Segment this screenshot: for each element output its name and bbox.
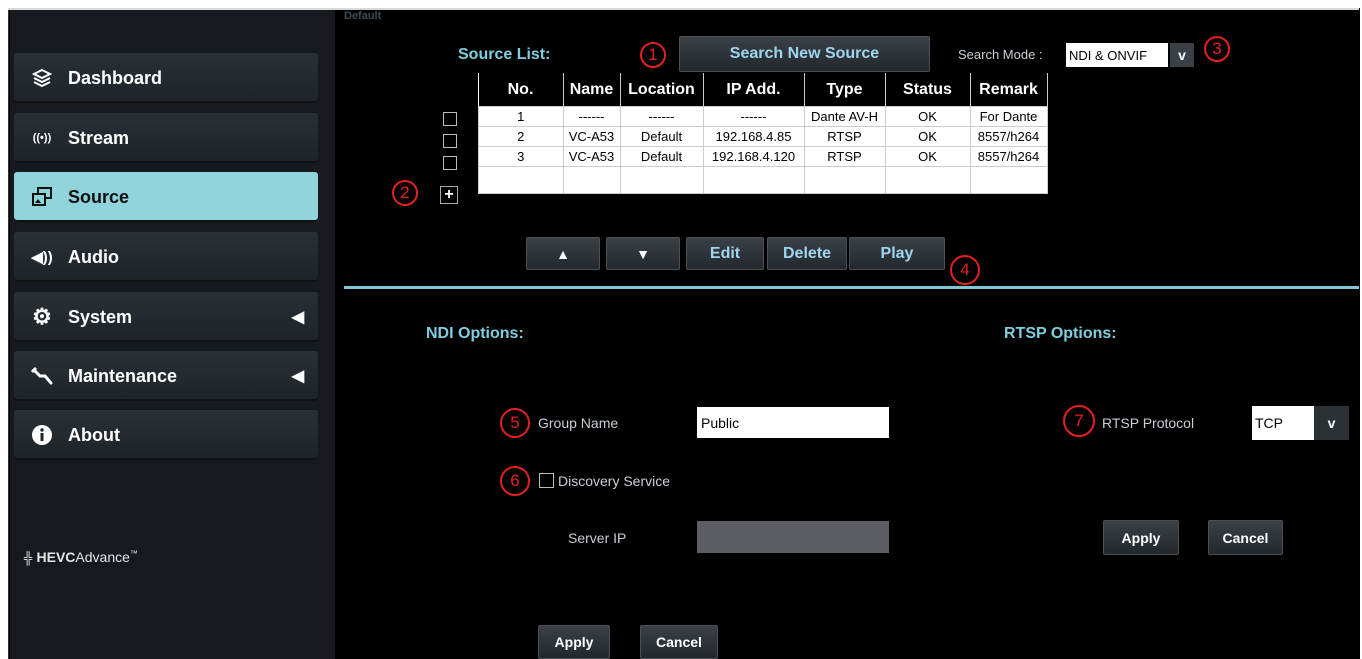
table-cell: Dante AV-H (803, 106, 886, 127)
section-divider (344, 286, 1359, 289)
chevron-down-icon[interactable]: v (1314, 406, 1349, 440)
server-ip-input[interactable] (697, 521, 889, 553)
add-source-button[interactable]: + (440, 186, 458, 204)
table-cell: OK (884, 126, 971, 147)
column-header: No. (478, 73, 564, 107)
group-name-input[interactable]: Public (697, 407, 889, 438)
column-header: Type (804, 73, 886, 107)
speaker-icon: ◀)) (31, 249, 53, 266)
table-cell: 3 (478, 146, 564, 167)
info-icon (30, 424, 54, 446)
sidebar-item-dashboard[interactable]: Dashboard (14, 53, 318, 103)
table-cell: 192.168.4.120 (702, 146, 805, 167)
broadcast-icon: ((•)) (32, 132, 52, 144)
sidebar-item-maintenance[interactable]: Maintenance ◀ (14, 351, 318, 401)
sidebar-item-label: Maintenance (68, 365, 178, 386)
discovery-service-checkbox[interactable] (539, 473, 554, 488)
column-header: Remark (970, 73, 1048, 107)
discovery-service-label: Discovery Service (558, 473, 671, 489)
table-row-empty (478, 166, 1048, 194)
callout-2: 2 (392, 180, 418, 206)
table-cell: ------ (702, 106, 805, 127)
callout-4: 4 (950, 255, 980, 285)
move-down-button[interactable]: ▼ (606, 237, 680, 270)
logo-mark-icon: ╬ (24, 551, 33, 565)
sidebar-item-label: Stream (68, 127, 130, 148)
group-name-label: Group Name (538, 415, 619, 431)
rtsp-apply-button[interactable]: Apply (1103, 520, 1179, 555)
callout-1: 1 (640, 42, 666, 68)
server-ip-label: Server IP (568, 530, 627, 546)
ndi-cancel-button[interactable]: Cancel (640, 625, 718, 659)
row-checkbox[interactable] (443, 134, 457, 148)
delete-button[interactable]: Delete (767, 237, 847, 270)
chevron-left-icon: ◀ (291, 368, 304, 385)
table-cell: VC-A53 (562, 126, 621, 147)
layers-icon (30, 68, 54, 88)
chevron-left-icon: ◀ (291, 309, 304, 326)
search-new-source-button[interactable]: Search New Source (679, 36, 930, 72)
ndi-apply-button[interactable]: Apply (538, 625, 610, 659)
table-row[interactable]: 1 ------ ------ ------ Dante AV-H OK For… (478, 106, 1048, 127)
rtsp-options-title: RTSP Options: (1004, 325, 1117, 342)
hevc-logo: ╬ HEVCAdvance™ (24, 549, 138, 565)
source-icon (30, 187, 54, 207)
column-header: Name (563, 73, 621, 107)
search-mode-label: Search Mode : (958, 47, 1043, 62)
row-checkbox[interactable] (443, 112, 457, 126)
table-cell: ------ (619, 106, 704, 127)
sidebar-item-label: Audio (68, 246, 119, 267)
move-up-button[interactable]: ▲ (526, 237, 600, 270)
sidebar-item-system[interactable]: ⚙ System ◀ (14, 292, 318, 342)
table-header-row: No. Name Location IP Add. Type Status Re… (478, 73, 1048, 107)
table-cell: ------ (562, 106, 621, 127)
sidebar-item-about[interactable]: About (14, 410, 318, 460)
table-cell: Default (619, 146, 704, 167)
table-cell: Default (619, 126, 704, 147)
play-button[interactable]: Play (849, 237, 945, 270)
callout-3: 3 (1204, 36, 1230, 62)
sidebar-item-audio[interactable]: ◀)) Audio (14, 232, 318, 282)
table-row[interactable]: 2 VC-A53 Default 192.168.4.85 RTSP OK 85… (478, 126, 1048, 147)
rtsp-protocol-label: RTSP Protocol (1102, 415, 1195, 431)
sidebar-item-label: System (68, 306, 133, 327)
table-cell: 2 (478, 126, 564, 147)
breadcrumb: Default (344, 10, 382, 22)
table-cell: OK (884, 146, 971, 167)
callout-5: 5 (500, 408, 530, 438)
wrench-icon (30, 366, 54, 386)
sidebar-item-source[interactable]: Source (14, 172, 318, 222)
table-row[interactable]: 3 VC-A53 Default 192.168.4.120 RTSP OK 8… (478, 146, 1048, 167)
table-cell: RTSP (803, 126, 886, 147)
gear-icon: ⚙ (32, 304, 52, 329)
column-header: IP Add. (703, 73, 805, 107)
table-cell: 8557/h264 (969, 126, 1048, 147)
column-header: Location (620, 73, 704, 107)
callout-7: 7 (1063, 405, 1095, 437)
sidebar-item-label: Source (68, 186, 130, 207)
rtsp-cancel-button[interactable]: Cancel (1208, 520, 1283, 555)
ndi-options-title: NDI Options: (426, 325, 524, 342)
callout-6: 6 (500, 466, 530, 496)
table-cell: RTSP (803, 146, 886, 167)
sidebar-item-stream[interactable]: ((•)) Stream (14, 113, 318, 163)
table-cell: 1 (478, 106, 564, 127)
edit-button[interactable]: Edit (686, 237, 764, 270)
search-mode-select[interactable]: NDI & ONVIF (1066, 43, 1168, 67)
rtsp-protocol-select[interactable]: TCP (1252, 406, 1314, 440)
row-checkbox[interactable] (443, 156, 457, 170)
source-table: No. Name Location IP Add. Type Status Re… (478, 73, 1048, 194)
source-list-title: Source List: (458, 46, 551, 63)
table-cell: For Dante (969, 106, 1048, 127)
table-cell: 8557/h264 (969, 146, 1048, 167)
chevron-down-icon[interactable]: v (1170, 43, 1194, 67)
table-cell: OK (884, 106, 971, 127)
table-cell: VC-A53 (562, 146, 621, 167)
sidebar-item-label: About (68, 424, 120, 445)
sidebar-item-label: Dashboard (68, 67, 163, 88)
column-header: Status (885, 73, 971, 107)
table-cell: 192.168.4.85 (702, 126, 805, 147)
